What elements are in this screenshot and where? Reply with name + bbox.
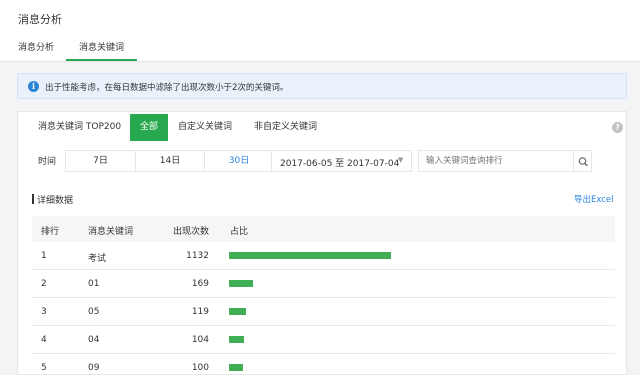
filter-tabs: 消息关键词 TOP200 全部 自定义关键词 非自定义关键词 ? bbox=[18, 112, 626, 142]
count-cell: 119 bbox=[191, 307, 209, 317]
export-excel-link[interactable]: 导出Excel bbox=[574, 193, 614, 205]
count-cell: 169 bbox=[191, 279, 209, 289]
page-title: 消息分析 bbox=[18, 13, 62, 26]
table-row: 4 04 104 bbox=[32, 326, 615, 354]
share-bar bbox=[229, 336, 244, 343]
table-row: 1 考试 1132 bbox=[32, 242, 615, 270]
column-header-keyword: 消息关键词 bbox=[88, 227, 134, 237]
share-bar bbox=[229, 364, 243, 371]
table-row: 5 09 100 bbox=[32, 354, 615, 375]
section-marker bbox=[32, 194, 34, 204]
keyword-cell: 考试 bbox=[88, 254, 107, 264]
keyword-cell: 05 bbox=[88, 307, 100, 317]
active-tab-indicator bbox=[66, 59, 137, 61]
date-range-buttons: 7日 14日 30日 bbox=[65, 150, 272, 172]
keyword-cell: 09 bbox=[88, 363, 100, 373]
share-bar bbox=[229, 280, 253, 287]
count-cell: 1132 bbox=[186, 251, 209, 261]
time-label: 时间 bbox=[38, 157, 57, 167]
count-cell: 100 bbox=[191, 363, 209, 373]
date-7d-button[interactable]: 7日 bbox=[66, 151, 136, 171]
search-button[interactable] bbox=[573, 150, 592, 172]
date-14d-button[interactable]: 14日 bbox=[136, 151, 205, 171]
table-header: 排行 消息关键词 出现次数 占比 bbox=[32, 216, 615, 242]
search-icon bbox=[578, 157, 588, 167]
help-icon[interactable]: ? bbox=[612, 122, 623, 133]
rank-cell: 2 bbox=[41, 279, 47, 289]
tab-non-custom-keywords[interactable]: 非自定义关键词 bbox=[254, 112, 317, 142]
rank-cell: 4 bbox=[41, 335, 47, 345]
table-row: 3 05 119 bbox=[32, 298, 615, 326]
count-cell: 104 bbox=[191, 335, 209, 345]
table-row: 2 01 169 bbox=[32, 270, 615, 298]
share-bar bbox=[229, 308, 246, 315]
column-header-rank: 排行 bbox=[41, 227, 60, 237]
date-range-picker[interactable]: 2017-06-05 至 2017-07-04 ▼ bbox=[272, 150, 412, 172]
share-bar bbox=[229, 252, 391, 259]
date-30d-button[interactable]: 30日 bbox=[205, 151, 273, 171]
keyword-cell: 01 bbox=[88, 279, 100, 289]
column-header-count: 出现次数 bbox=[172, 227, 209, 237]
info-icon: i bbox=[28, 81, 39, 92]
date-range-text: 2017-06-05 至 2017-07-04 bbox=[280, 159, 400, 169]
notice-text: 出于性能考虑，在每日数据中滤除了出现次数小于2次的关键词。 bbox=[45, 83, 289, 93]
tab-message-analysis[interactable]: 消息分析 bbox=[18, 40, 54, 53]
tab-custom-keywords[interactable]: 自定义关键词 bbox=[178, 112, 232, 142]
page-header: 消息分析 消息分析 消息关键词 bbox=[0, 0, 640, 62]
column-header-share: 占比 bbox=[230, 227, 249, 237]
keyword-cell: 04 bbox=[88, 335, 100, 345]
rank-cell: 5 bbox=[41, 363, 47, 373]
notice-banner: i 出于性能考虑，在每日数据中滤除了出现次数小于2次的关键词。 bbox=[17, 73, 627, 99]
tab-all[interactable]: 全部 bbox=[130, 114, 168, 141]
keyword-panel: 消息关键词 TOP200 全部 自定义关键词 非自定义关键词 ? 时间 7日 1… bbox=[17, 111, 627, 375]
rank-cell: 3 bbox=[41, 307, 47, 317]
keyword-search-input[interactable] bbox=[418, 150, 574, 172]
rank-cell: 1 bbox=[41, 251, 47, 261]
tab-message-keywords[interactable]: 消息关键词 bbox=[79, 40, 124, 53]
chevron-down-icon: ▼ bbox=[398, 156, 404, 164]
section-title: 详细数据 bbox=[37, 196, 74, 206]
tab-keyword-top200[interactable]: 消息关键词 TOP200 bbox=[38, 112, 121, 142]
